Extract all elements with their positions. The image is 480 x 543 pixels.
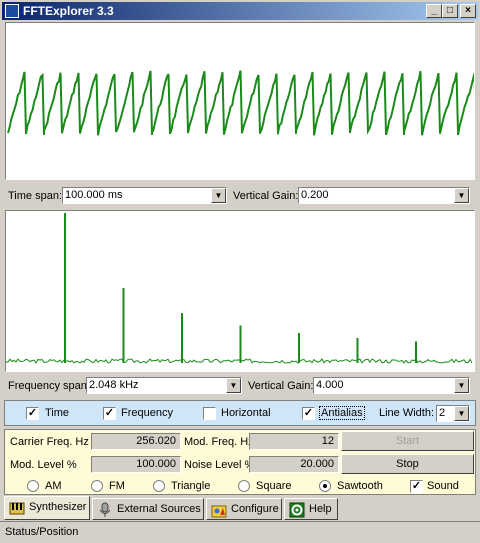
- tab-label: Synthesizer: [29, 501, 87, 513]
- square-radio-label: Square: [256, 480, 292, 492]
- square-radio[interactable]: [238, 480, 250, 492]
- stop-button[interactable]: Stop: [341, 454, 474, 474]
- chevron-down-icon[interactable]: ▼: [226, 378, 241, 393]
- mod-level-label: Mod. Level %: [10, 459, 77, 471]
- time-gain-value: 0.200: [301, 189, 329, 201]
- frequency-plot[interactable]: [5, 210, 475, 372]
- time-gain-select[interactable]: 0.200 ▼: [298, 187, 470, 204]
- tab-label: Configure: [231, 503, 279, 515]
- time-checkbox-label: Time: [45, 407, 70, 419]
- time-span-select[interactable]: 100.000 ms ▼: [62, 187, 227, 204]
- tab-label: External Sources: [117, 503, 201, 515]
- time-trace: [7, 70, 477, 136]
- freq-gain-value: 4.000: [316, 379, 344, 391]
- app-icon: [5, 4, 19, 18]
- freq-gain-select[interactable]: 4.000 ▼: [313, 377, 470, 394]
- noise-level-label: Noise Level %: [184, 459, 255, 471]
- title-bar: FFTExplorer 3.3 _ □ ×: [2, 2, 478, 20]
- freq-span-select[interactable]: 2.048 kHz ▼: [86, 377, 242, 394]
- freq-gain-label: Vertical Gain:: [248, 380, 314, 392]
- time-span-label: Time span:: [8, 190, 63, 202]
- status-text: Status/Position: [5, 526, 79, 538]
- carrier-freq-label: Carrier Freq. Hz: [10, 436, 89, 448]
- chevron-down-icon[interactable]: ▼: [454, 188, 469, 203]
- mod-freq-label: Mod. Freq. Hz: [184, 436, 254, 448]
- triangle-radio-label: Triangle: [171, 480, 211, 492]
- chevron-down-icon[interactable]: ▼: [454, 378, 469, 393]
- synthesizer-icon: [9, 502, 25, 515]
- line-width-value: 2: [439, 407, 446, 419]
- antialias-checkbox-label: Antialias: [319, 406, 365, 420]
- configure-icon: [211, 505, 227, 518]
- noise-level-field[interactable]: 20.000: [249, 456, 339, 473]
- line-width-select[interactable]: 2 ▼: [436, 405, 470, 422]
- chevron-down-icon[interactable]: ▼: [211, 188, 226, 203]
- mod-level-field[interactable]: 100.000: [91, 456, 181, 473]
- time-checkbox[interactable]: ✓: [26, 407, 39, 420]
- time-waveform-svg: [7, 70, 477, 136]
- line-width-label: Line Width:: [379, 407, 435, 419]
- maximize-button[interactable]: □: [442, 4, 458, 18]
- synthesizer-controls: Carrier Freq. Hz 256.020 Mod. Freq. Hz 1…: [4, 429, 476, 495]
- horizontal-checkbox[interactable]: [203, 407, 216, 420]
- sawtooth-radio[interactable]: [319, 480, 331, 492]
- microphone-icon: [99, 502, 111, 517]
- mod-freq-field[interactable]: 12: [249, 433, 339, 450]
- fm-radio-label: FM: [109, 480, 125, 492]
- horizontal-checkbox-label: Horizontal: [221, 407, 271, 419]
- app-window: FFTExplorer 3.3 _ □ × Time span: 100.000…: [0, 0, 480, 543]
- window-title: FFTExplorer 3.3: [23, 4, 114, 18]
- tab-synthesizer[interactable]: Synthesizer: [4, 496, 90, 520]
- tab-label: Help: [309, 503, 332, 515]
- help-icon: [289, 502, 305, 518]
- close-button[interactable]: ×: [460, 4, 476, 18]
- sawtooth-radio-label: Sawtooth: [337, 480, 383, 492]
- time-plot[interactable]: [5, 22, 477, 180]
- am-radio-label: AM: [45, 480, 62, 492]
- chevron-down-icon[interactable]: ▼: [454, 406, 469, 421]
- frequency-checkbox[interactable]: ✓: [103, 407, 116, 420]
- display-options-band: ✓ Time ✓ Frequency Horizontal ✓ Antialia…: [4, 400, 476, 426]
- tab-help[interactable]: Help: [284, 498, 338, 520]
- time-span-value: 100.000 ms: [65, 189, 123, 201]
- noise-floor: [5, 358, 473, 364]
- frequency-checkbox-label: Frequency: [121, 407, 173, 419]
- frequency-spectrum-svg: [5, 213, 473, 364]
- time-gain-label: Vertical Gain:: [233, 190, 299, 202]
- tab-configure[interactable]: Configure: [206, 498, 282, 520]
- freq-span-value: 2.048 kHz: [89, 379, 139, 391]
- fm-radio[interactable]: [91, 480, 103, 492]
- tab-external-sources[interactable]: External Sources: [92, 498, 204, 520]
- carrier-freq-field[interactable]: 256.020: [91, 433, 181, 450]
- sound-checkbox[interactable]: ✓: [410, 480, 423, 493]
- am-radio[interactable]: [27, 480, 39, 492]
- antialias-checkbox[interactable]: ✓: [302, 407, 315, 420]
- status-bar: Status/Position: [0, 521, 480, 543]
- freq-span-label: Frequency span:: [8, 380, 90, 392]
- minimize-button[interactable]: _: [426, 4, 442, 18]
- sound-checkbox-label: Sound: [427, 480, 459, 492]
- start-button[interactable]: Start: [341, 431, 474, 451]
- triangle-radio[interactable]: [153, 480, 165, 492]
